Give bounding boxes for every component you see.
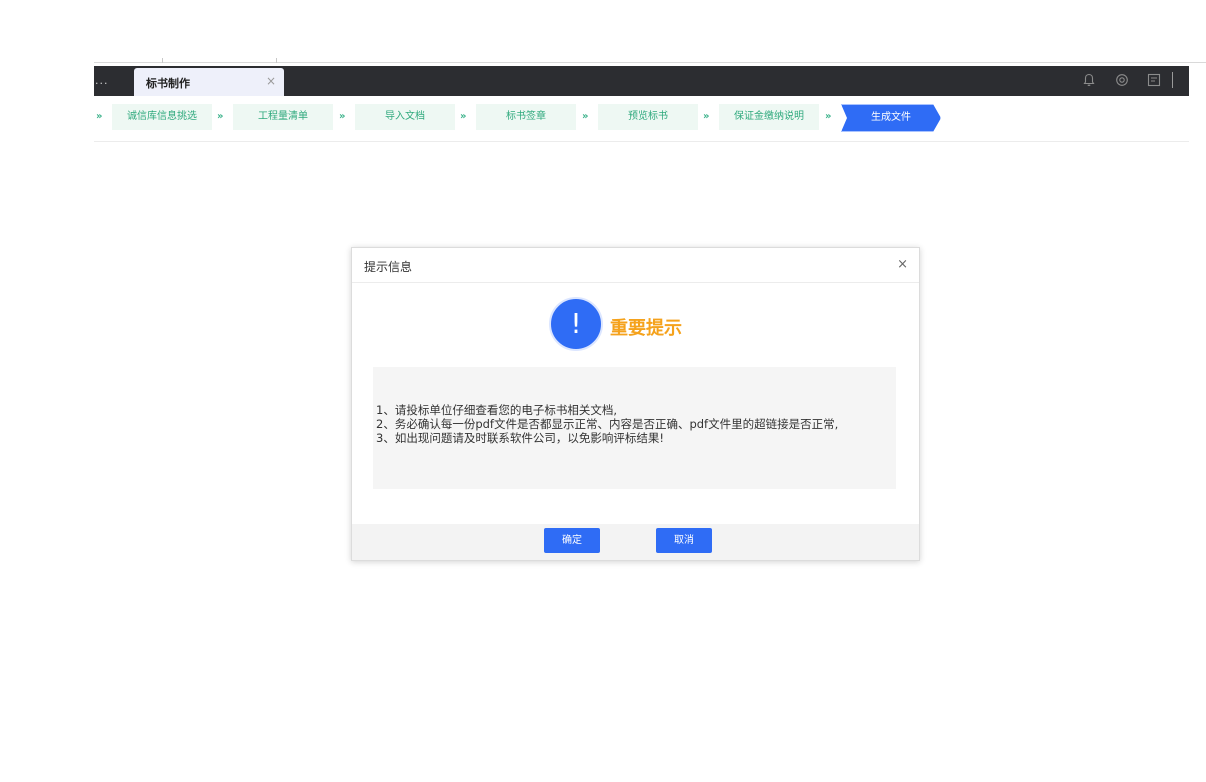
tab-overflow[interactable]: ... <box>95 74 109 87</box>
step-arrow-icon: » <box>96 111 103 122</box>
step-arrow-icon: » <box>339 111 346 122</box>
tab-label: 标书制作 <box>146 77 190 90</box>
close-icon[interactable]: × <box>897 257 908 272</box>
step-generate-file[interactable]: 生成文件 <box>841 104 941 132</box>
step-arrow-icon: » <box>217 111 224 122</box>
divider-tick <box>276 58 277 63</box>
notice-line: 3、如出现问题请及时联系软件公司，以免影响评标结果! <box>376 431 664 445</box>
exclamation-icon: ! <box>549 297 603 351</box>
step-credit-selection[interactable]: 诚信库信息挑选 <box>112 104 212 130</box>
step-arrow-icon: » <box>825 111 832 122</box>
toolbar-separator <box>1172 72 1173 88</box>
step-bill-of-quantities[interactable]: 工程量清单 <box>233 104 333 130</box>
tab-bar: ... 标书制作 × <box>94 66 1189 96</box>
dialog-title: 提示信息 <box>364 260 413 274</box>
cancel-button[interactable]: 取消 <box>656 528 712 553</box>
step-navigation: » 诚信库信息挑选 » 工程量清单 » 导入文档 » 标书签章 » 预览标书 »… <box>94 104 1189 132</box>
step-arrow-icon: » <box>582 111 589 122</box>
notice-dialog: 提示信息 × ! 重要提示 1、请投标单位仔细查看您的电子标书相关文档, 2、务… <box>351 247 920 561</box>
divider-tick <box>162 58 163 63</box>
bell-icon[interactable] <box>1082 73 1096 87</box>
notice-content: 1、请投标单位仔细查看您的电子标书相关文档, 2、务必确认每一份pdf文件是否都… <box>373 367 896 489</box>
step-bid-signature[interactable]: 标书签章 <box>476 104 576 130</box>
notice-line: 1、请投标单位仔细查看您的电子标书相关文档, <box>376 403 617 417</box>
step-preview-bid[interactable]: 预览标书 <box>598 104 698 130</box>
alert-heading: 重要提示 <box>610 318 682 339</box>
step-arrow-icon: » <box>460 111 467 122</box>
settings-icon[interactable] <box>1115 73 1129 87</box>
dialog-footer: 确定 取消 <box>352 524 919 560</box>
tab-close-icon[interactable]: × <box>266 74 276 88</box>
top-divider <box>94 62 1206 63</box>
step-deposit-instructions[interactable]: 保证金缴纳说明 <box>719 104 819 130</box>
tab-bid-production[interactable]: 标书制作 × <box>134 68 284 96</box>
step-arrow-icon: » <box>703 111 710 122</box>
confirm-button[interactable]: 确定 <box>544 528 600 553</box>
dialog-header: 提示信息 × <box>352 248 919 283</box>
step-import-document[interactable]: 导入文档 <box>355 104 455 130</box>
notice-line: 2、务必确认每一份pdf文件是否都显示正常、内容是否正确、pdf文件里的超链接是… <box>376 417 839 431</box>
steps-divider <box>94 141 1189 142</box>
window-icon[interactable] <box>1147 73 1161 87</box>
